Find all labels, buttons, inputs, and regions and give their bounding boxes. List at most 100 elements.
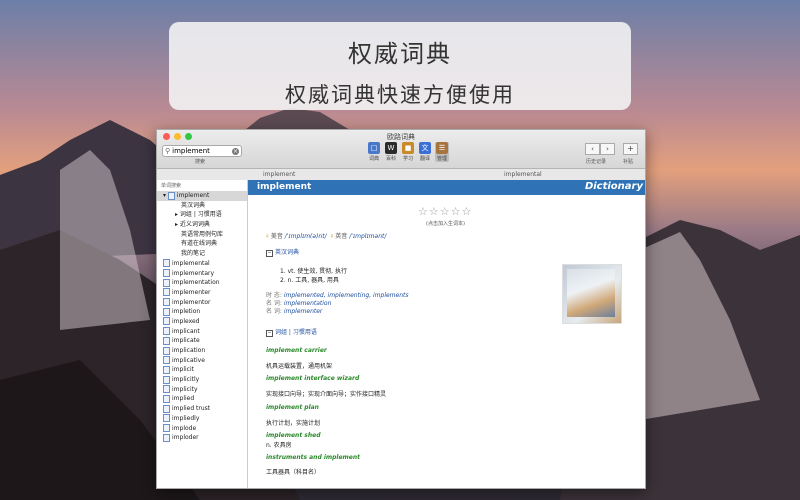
translate-icon: 文 xyxy=(419,142,431,154)
list-item[interactable]: impletion xyxy=(157,307,247,317)
doc-icon xyxy=(163,356,170,365)
list-item[interactable]: ▾ implement xyxy=(157,191,247,201)
list-item[interactable]: implicative xyxy=(157,356,247,366)
list-item[interactable]: implementor xyxy=(157,298,247,308)
list-item[interactable]: 英汉词典 xyxy=(157,201,247,211)
list-item[interactable]: implied trust xyxy=(157,404,247,414)
add-label: 补贴 xyxy=(623,159,634,165)
dictionary-window: 欧路词典 ⚲ implement × 搜索 □ 词典 W 百科 ■ 学习 文 翻… xyxy=(156,129,646,489)
doc-icon xyxy=(163,288,170,297)
banner-title: 权威词典 xyxy=(348,40,452,68)
list-item[interactable]: implicate xyxy=(157,336,247,346)
study-icon: ■ xyxy=(402,142,414,154)
doc-icon xyxy=(163,346,170,355)
section-phrases[interactable]: − 词组 | 习惯用语 xyxy=(266,327,317,337)
speaker-icon[interactable]: ♯ xyxy=(266,233,269,240)
list-item[interactable]: implicit xyxy=(157,365,247,375)
entry-view: implement Dictionary ☆☆☆☆☆ (点击加入生词本) ♯ 美… xyxy=(248,180,645,488)
doc-icon xyxy=(163,317,170,326)
phrase-en[interactable]: implement plan xyxy=(266,404,319,411)
morph-row: 名 词: implementer xyxy=(266,308,323,315)
tool-label: 词典 xyxy=(368,156,379,162)
doc-icon xyxy=(163,433,170,442)
history-nav: ‹ › xyxy=(585,143,615,155)
entry-word: implement xyxy=(257,182,312,192)
list-item[interactable]: 我的笔记 xyxy=(157,249,247,259)
tool-dictionary[interactable]: □ 词典 xyxy=(367,142,381,162)
phrase-zh: n. 农具房 xyxy=(266,442,292,449)
list-item[interactable]: implementer xyxy=(157,288,247,298)
doc-icon xyxy=(163,307,170,316)
search-input[interactable]: ⚲ implement × xyxy=(162,145,242,157)
list-item[interactable]: implication xyxy=(157,346,247,356)
tool-label: 管理 xyxy=(436,156,447,162)
banner-subtitle: 权威词典快速方便使用 xyxy=(285,83,515,107)
sidebar: 单词搜索 ▾ implement 英汉词典 ▸ 词组 | 习惯用语 ▸ 近义词词… xyxy=(157,180,248,488)
definition: 2. n. 工具, 器具, 用具 xyxy=(280,277,339,284)
list-item[interactable]: implemental xyxy=(157,259,247,269)
list-item[interactable]: imploder xyxy=(157,433,247,443)
search-label: 搜索 xyxy=(195,159,206,165)
feature-banner: 权威词典 权威词典快速方便使用 xyxy=(169,22,631,110)
list-item[interactable]: implexed xyxy=(157,317,247,327)
tool-encyclopedia[interactable]: W 百科 xyxy=(384,142,398,162)
phrase-zh: 执行计划，实施计划 xyxy=(266,420,321,427)
speaker-icon[interactable]: ♯ xyxy=(330,233,333,240)
pronunciation: ♯ 美音 /ˈɪmplɪm(ə)nt/ ♯ 英音 /ˈɪmplɪmənt/ xyxy=(266,233,387,240)
clear-search-icon[interactable]: × xyxy=(232,147,239,155)
doc-icon xyxy=(163,278,170,287)
sidebar-header: 单词搜索 xyxy=(161,183,182,189)
back-button[interactable]: ‹ xyxy=(585,143,600,155)
list-item[interactable]: implementary xyxy=(157,269,247,279)
collapse-icon: − xyxy=(266,330,273,337)
add-to-wordbook-note[interactable]: (点击加入生词本) xyxy=(426,220,465,227)
list-item[interactable]: implode xyxy=(157,424,247,434)
list-item[interactable]: ▸ 近义词词典 xyxy=(157,220,247,230)
dictionary-icon: □ xyxy=(368,142,380,154)
search-value[interactable]: implement xyxy=(172,147,232,155)
list-item[interactable]: ▸ 词组 | 习惯用语 xyxy=(157,210,247,220)
list-item[interactable]: implicity xyxy=(157,385,247,395)
tool-label: 翻译 xyxy=(419,156,430,162)
phrase-en[interactable]: instruments and implement xyxy=(266,454,360,461)
toolbar: 欧路词典 ⚲ implement × 搜索 □ 词典 W 百科 ■ 学习 文 翻… xyxy=(157,130,645,169)
phrase-zh: 实现接口向导；实现介面向导；实作接口精灵 xyxy=(266,391,387,398)
doc-icon xyxy=(163,424,170,432)
phrase-zh: 工具器具（科目名） xyxy=(266,469,321,476)
doc-icon xyxy=(163,394,170,403)
history-label: 历史记录 xyxy=(586,159,607,165)
phrase-en[interactable]: implement carrier xyxy=(266,347,327,354)
section-ec-dict[interactable]: − 英汉词典 xyxy=(266,247,299,257)
rating-stars[interactable]: ☆☆☆☆☆ xyxy=(418,205,472,218)
doc-icon xyxy=(163,269,170,277)
tool-translate[interactable]: 文 翻译 xyxy=(418,142,432,162)
doc-icon xyxy=(167,191,175,200)
list-item[interactable]: impliedly xyxy=(157,414,247,424)
list-item[interactable]: 有道在线词典 xyxy=(157,239,247,249)
search-icon: ⚲ xyxy=(165,147,171,155)
entry-header: implement Dictionary xyxy=(248,180,645,195)
tool-label: 学习 xyxy=(402,156,413,162)
list-item[interactable]: implied xyxy=(157,394,247,404)
pron-uk: /ˈɪmplɪmənt/ xyxy=(349,233,387,240)
tab-implement[interactable]: implement xyxy=(263,171,295,178)
tool-manage[interactable]: ☰ 管理 xyxy=(435,142,449,162)
phrase-en[interactable]: implement shed xyxy=(266,432,321,439)
list-item[interactable]: implementation xyxy=(157,278,247,288)
list-item[interactable]: implicant xyxy=(157,327,247,337)
forward-button[interactable]: › xyxy=(600,143,615,155)
manage-icon: ☰ xyxy=(436,142,448,154)
add-button[interactable]: + xyxy=(623,143,638,155)
pron-us: /ˈɪmplɪm(ə)nt/ xyxy=(284,233,327,240)
tab-implemental[interactable]: implemental xyxy=(504,171,542,178)
window-title: 欧路词典 xyxy=(387,133,415,141)
wikipedia-icon: W xyxy=(385,142,397,154)
list-item[interactable]: 英语常用例句库 xyxy=(157,230,247,240)
phrase-en[interactable]: implement interface wizard xyxy=(266,375,359,382)
list-item[interactable]: implicitly xyxy=(157,375,247,385)
doc-icon xyxy=(163,365,170,374)
definition: 1. vt. 使生效, 贯彻, 执行 xyxy=(280,268,347,275)
doc-icon xyxy=(163,414,170,423)
entry-image xyxy=(562,264,622,324)
tool-study[interactable]: ■ 学习 xyxy=(401,142,415,162)
